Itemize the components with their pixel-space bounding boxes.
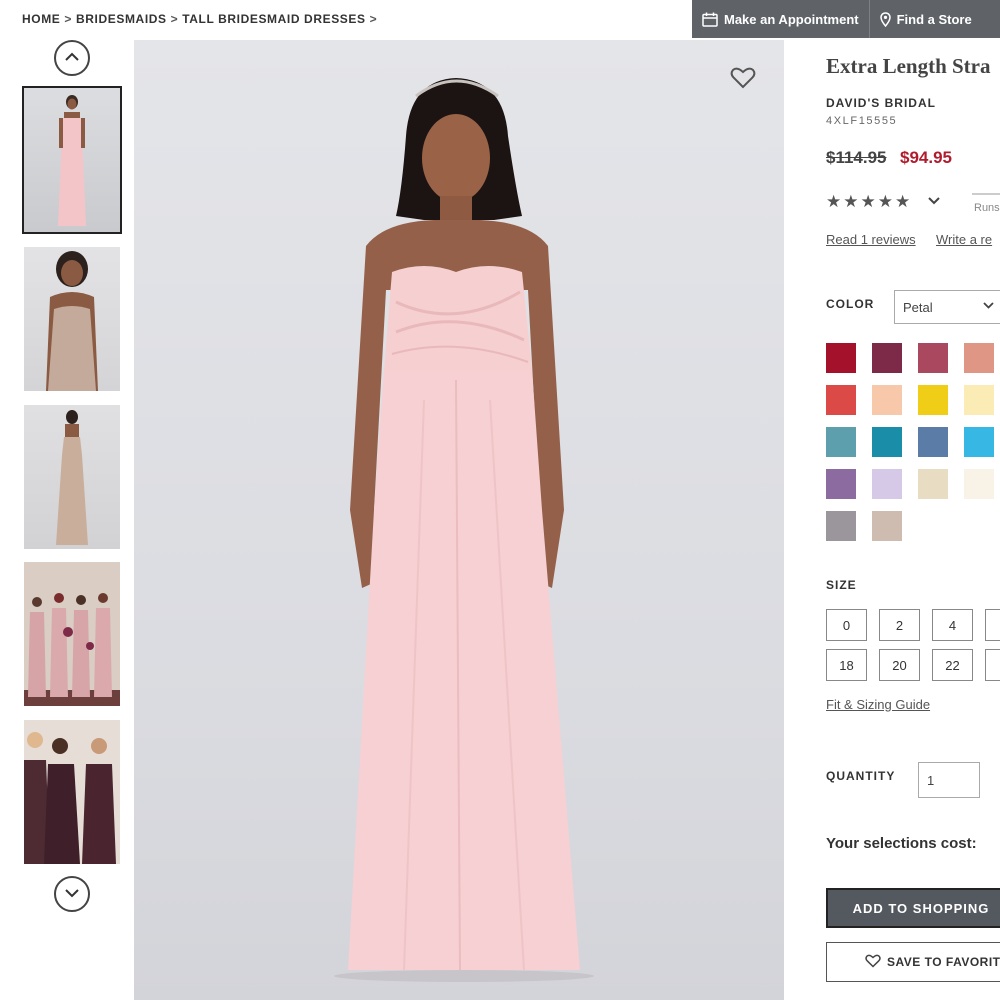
color-selected-value: Petal (903, 300, 933, 315)
product-details-panel: Extra Length Stra DAVID'S BRIDAL 4XLF155… (800, 40, 1000, 1000)
size-option-button[interactable]: 22 (932, 649, 973, 681)
find-store-link[interactable]: Find a Store (868, 0, 982, 38)
color-swatch[interactable] (918, 343, 948, 373)
breadcrumb-tall-bridesmaid-dresses[interactable]: TALL BRIDESMAID DRESSES (182, 12, 365, 26)
product-brand: DAVID'S BRIDAL (826, 96, 936, 110)
color-swatch[interactable] (826, 343, 856, 373)
size-option-button[interactable]: 0 (826, 609, 867, 641)
sale-price: $94.95 (900, 148, 952, 167)
size-option-button[interactable]: 2 (879, 609, 920, 641)
top-actions: Make an Appointment Find a Store (692, 0, 1000, 38)
breadcrumb-separator: > (369, 12, 378, 26)
color-swatch[interactable] (826, 511, 856, 541)
calendar-icon (702, 12, 718, 27)
size-option-button[interactable]: 4 (932, 609, 973, 641)
thumbnail-bodice-closeup[interactable] (24, 247, 120, 391)
color-swatch[interactable] (918, 385, 948, 415)
save-to-favorites-button[interactable]: SAVE TO FAVORITE (826, 942, 1000, 982)
original-price: $114.95 (826, 148, 887, 167)
color-swatch[interactable] (964, 385, 994, 415)
map-pin-icon (879, 11, 891, 27)
color-swatch[interactable] (964, 427, 994, 457)
selections-cost-label: Your selections cost: (826, 835, 977, 852)
model-in-dress-illustration (334, 78, 594, 982)
top-bar: HOME > BRIDESMAIDS > TALL BRIDESMAID DRE… (0, 0, 1000, 40)
breadcrumb: HOME > BRIDESMAIDS > TALL BRIDESMAID DRE… (22, 12, 377, 26)
read-reviews-link[interactable]: Read 1 reviews (826, 232, 916, 247)
color-swatch[interactable] (918, 427, 948, 457)
color-swatch[interactable] (872, 343, 902, 373)
color-swatch[interactable] (964, 343, 994, 373)
thumbnail-back-view[interactable] (24, 405, 120, 549)
color-swatch[interactable] (872, 427, 902, 457)
size-option-button[interactable] (985, 649, 1000, 681)
write-review-link[interactable]: Write a re (936, 232, 992, 247)
heart-icon (865, 954, 881, 971)
find-store-label: Find a Store (896, 11, 972, 27)
thumbnail-carousel (22, 40, 122, 1000)
color-swatch[interactable] (826, 427, 856, 457)
color-label: COLOR (826, 297, 875, 311)
color-swatch[interactable] (964, 469, 994, 499)
add-to-shopping-bag-button[interactable]: ADD TO SHOPPING (826, 888, 1000, 928)
thumbnail-group-photo[interactable] (24, 562, 120, 706)
fit-sizing-guide-link[interactable]: Fit & Sizing Guide (826, 697, 930, 712)
size-option-button[interactable]: 18 (826, 649, 867, 681)
color-select[interactable]: Petal (894, 290, 1000, 324)
main-product-image[interactable] (134, 40, 784, 1000)
rating-chevron-down-icon[interactable] (928, 194, 940, 208)
color-swatch[interactable] (872, 511, 902, 541)
breadcrumb-separator: > (64, 12, 73, 26)
chevron-up-icon (64, 49, 80, 67)
quantity-label: QUANTITY (826, 769, 896, 783)
size-label: SIZE (826, 578, 857, 592)
thumbnail-front-view[interactable] (22, 86, 122, 234)
breadcrumb-separator: > (170, 12, 179, 26)
color-swatch[interactable] (872, 469, 902, 499)
thumbnail-scroll-up-button[interactable] (54, 40, 90, 76)
breadcrumb-bridesmaids[interactable]: BRIDESMAIDS (76, 12, 167, 26)
chevron-down-icon (983, 300, 994, 312)
make-appointment-link[interactable]: Make an Appointment (692, 0, 869, 38)
make-appointment-label: Make an Appointment (724, 11, 859, 27)
quantity-input[interactable]: 1 (918, 762, 980, 798)
fit-note: Runs (974, 202, 1000, 214)
thumbnail-scroll-down-button[interactable] (54, 876, 90, 912)
product-title: Extra Length Stra (826, 54, 991, 78)
save-to-favorites-label: SAVE TO FAVORITE (887, 955, 1000, 969)
product-sku: 4XLF15555 (826, 115, 898, 127)
thumbnail-group-photo-dark[interactable] (24, 720, 120, 864)
heart-icon (730, 67, 756, 94)
color-swatch[interactable] (918, 469, 948, 499)
breadcrumb-home[interactable]: HOME (22, 12, 60, 26)
color-swatch[interactable] (826, 469, 856, 499)
size-option-button[interactable] (985, 609, 1000, 641)
rating-stars[interactable]: ★★★★★ (826, 192, 912, 212)
chevron-down-icon (64, 885, 80, 903)
size-option-button[interactable]: 20 (879, 649, 920, 681)
color-swatch[interactable] (872, 385, 902, 415)
color-swatch[interactable] (826, 385, 856, 415)
fit-scale-bar (972, 193, 1000, 195)
favorite-heart-button[interactable] (730, 66, 756, 90)
